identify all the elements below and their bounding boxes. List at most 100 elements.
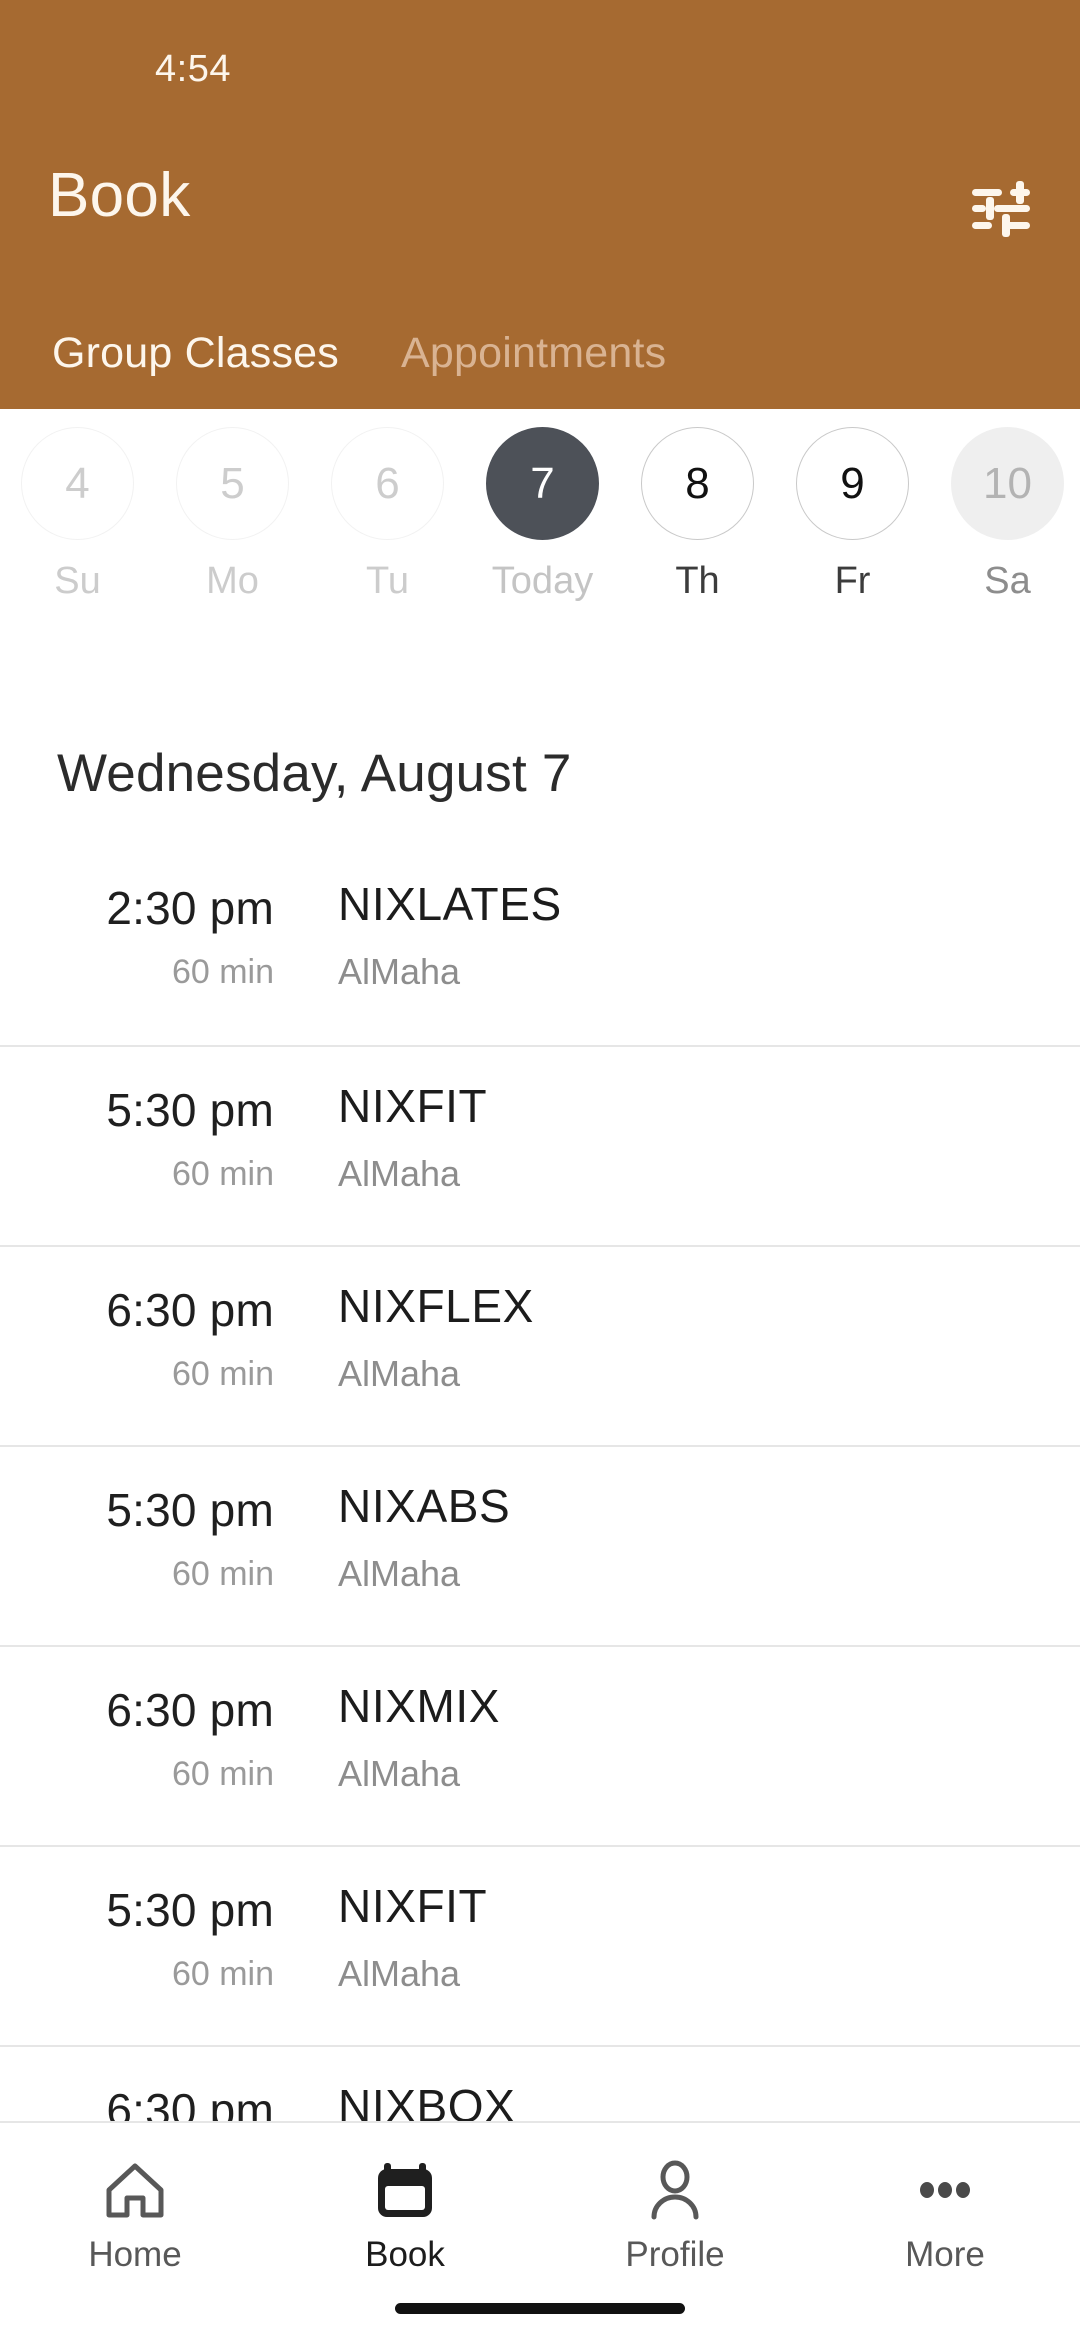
class-row[interactable]: 5:30 pm 60 min NIXFIT AlMaha xyxy=(0,1045,1080,1245)
home-indicator xyxy=(395,2303,685,2314)
class-row[interactable]: 6:30 pm60 minNIXBOXAlMaha xyxy=(0,2045,1080,2130)
date-cell-10[interactable]: 10 Sa xyxy=(930,427,1080,603)
class-info-column: NIXFLEX AlMaha xyxy=(338,1279,1040,1395)
date-weekday-label: Tu xyxy=(366,560,409,602)
class-start-time: 2:30 pm xyxy=(106,882,274,934)
class-start-time: 5:30 pm xyxy=(106,1884,274,1936)
class-name: NIXABS xyxy=(338,1480,511,1532)
class-row[interactable]: 5:30 pm 60 min NIXABS AlMaha xyxy=(0,1445,1080,1645)
status-bar-clock: 4:54 xyxy=(155,48,231,90)
date-weekday-label: Th xyxy=(675,560,720,602)
date-number: 6 xyxy=(331,427,444,540)
class-row[interactable]: 6:30 pm 60 min NIXFLEX AlMaha xyxy=(0,1245,1080,1445)
class-time-column: 2:30 pm 60 min xyxy=(0,881,310,992)
class-start-time: 5:30 pm xyxy=(106,1484,274,1536)
date-weekday-label: Su xyxy=(54,560,101,602)
class-start-time: 6:30 pm xyxy=(106,1684,274,1736)
nav-label-book: Book xyxy=(365,2235,445,2274)
date-number: 9 xyxy=(796,427,909,540)
class-time-column: 5:30 pm 60 min xyxy=(0,1083,310,1194)
status-bar: 4:54 xyxy=(0,0,1080,118)
class-list[interactable]: 2:30 pm 60 min NIXLATES AlMaha 5:30 pm 60 min… xyxy=(0,845,1080,2130)
class-name: NIXFIT xyxy=(338,1880,488,1932)
class-name: NIXFIT xyxy=(338,1080,488,1132)
class-info-column: NIXFIT AlMaha xyxy=(338,1879,1040,1995)
date-number: 8 xyxy=(641,427,754,540)
class-location: AlMaha xyxy=(338,1153,461,1194)
tab-group-classes[interactable]: Group Classes xyxy=(34,329,357,378)
class-location: AlMaha xyxy=(338,1953,461,1994)
calendar-icon xyxy=(374,2151,436,2229)
tab-appointments[interactable]: Appointments xyxy=(383,329,684,378)
class-duration: 60 min xyxy=(171,1955,274,1993)
class-duration: 60 min xyxy=(171,1755,274,1793)
class-location: AlMaha xyxy=(338,1553,461,1594)
app-root: 4:54 Book Group Classes Appointments 4 S… xyxy=(0,0,1080,2340)
bottom-navigation: Home Book Profile More xyxy=(0,2121,1080,2340)
page-title: Book xyxy=(48,161,191,230)
class-info-column: NIXFIT AlMaha xyxy=(338,1079,1040,1195)
class-name: NIXLATES xyxy=(338,878,562,930)
class-duration: 60 min xyxy=(171,953,274,991)
class-info-column: NIXABS AlMaha xyxy=(338,1479,1040,1595)
nav-item-home[interactable]: Home xyxy=(0,2151,270,2275)
date-cell-5[interactable]: 5 Mo xyxy=(155,427,310,603)
app-header: 4:54 Book Group Classes Appointments xyxy=(0,0,1080,409)
class-name: NIXFLEX xyxy=(338,1280,534,1332)
class-duration: 60 min xyxy=(171,1355,274,1393)
class-row[interactable]: 5:30 pm 60 min NIXFIT AlMaha xyxy=(0,1845,1080,2045)
class-time-column: 5:30 pm 60 min xyxy=(0,1483,310,1594)
nav-label-profile: Profile xyxy=(625,2235,725,2274)
class-time-column: 6:30 pm 60 min xyxy=(0,1683,310,1794)
nav-item-more[interactable]: More xyxy=(810,2151,1080,2275)
class-row-content: 6:30 pm 60 min NIXFLEX AlMaha xyxy=(0,1247,1080,1445)
class-info-column: NIXMIX AlMaha xyxy=(338,1679,1040,1795)
class-row-content: 6:30 pm 60 min NIXMIX AlMaha xyxy=(0,1647,1080,1845)
ellipsis-icon xyxy=(914,2151,976,2229)
bottom-nav-items: Home Book Profile More xyxy=(0,2123,1080,2275)
date-strip[interactable]: 4 Su 5 Mo 6 Tu 7 Today 8 Th 9 Fr 10 Sa xyxy=(0,409,1080,689)
date-weekday-label: Mo xyxy=(206,560,259,602)
class-location: AlMaha xyxy=(338,1753,461,1794)
date-strip-row: 4 Su 5 Mo 6 Tu 7 Today 8 Th 9 Fr 10 Sa xyxy=(0,427,1080,603)
home-icon xyxy=(104,2151,166,2229)
class-row-content: 6:30 pm60 minNIXBOXAlMaha xyxy=(0,2047,1080,2130)
class-row-content: 5:30 pm 60 min NIXFIT AlMaha xyxy=(0,1847,1080,2045)
class-info-column: NIXLATES AlMaha xyxy=(338,877,1040,993)
class-time-column: 6:30 pm 60 min xyxy=(0,1283,310,1394)
nav-label-home: Home xyxy=(88,2235,182,2274)
date-cell-9[interactable]: 9 Fr xyxy=(775,427,930,603)
schedule-date-heading: Wednesday, August 7 xyxy=(57,744,572,803)
date-number: 10 xyxy=(951,427,1064,540)
class-start-time: 6:30 pm xyxy=(106,1284,274,1336)
nav-item-book[interactable]: Book xyxy=(270,2151,540,2275)
class-row-content: 5:30 pm 60 min NIXFIT AlMaha xyxy=(0,1047,1080,1245)
date-cell-6[interactable]: 6 Tu xyxy=(310,427,465,603)
tune-sliders-icon xyxy=(970,181,1032,237)
filter-button[interactable] xyxy=(958,166,1044,252)
date-number: 7 xyxy=(486,427,599,540)
date-weekday-label: Today xyxy=(491,560,594,602)
class-location: AlMaha xyxy=(338,1353,461,1394)
class-row-content: 5:30 pm 60 min NIXABS AlMaha xyxy=(0,1447,1080,1645)
date-number: 5 xyxy=(176,427,289,540)
class-name: NIXMIX xyxy=(338,1680,501,1732)
class-row[interactable]: 2:30 pm 60 min NIXLATES AlMaha xyxy=(0,845,1080,1045)
date-weekday-label: Sa xyxy=(984,560,1031,602)
class-row[interactable]: 6:30 pm 60 min NIXMIX AlMaha xyxy=(0,1645,1080,1845)
date-number: 4 xyxy=(21,427,134,540)
date-cell-7[interactable]: 7 Today xyxy=(465,427,620,603)
nav-label-more: More xyxy=(905,2235,985,2274)
class-row-content: 2:30 pm 60 min NIXLATES AlMaha xyxy=(0,845,1080,1045)
date-cell-8[interactable]: 8 Th xyxy=(620,427,775,603)
date-weekday-label: Fr xyxy=(834,560,871,602)
class-time-column: 5:30 pm 60 min xyxy=(0,1883,310,1994)
date-cell-4[interactable]: 4 Su xyxy=(0,427,155,603)
nav-item-profile[interactable]: Profile xyxy=(540,2151,810,2275)
person-icon xyxy=(644,2151,706,2229)
class-duration: 60 min xyxy=(171,1555,274,1593)
class-location: AlMaha xyxy=(338,951,461,992)
header-tabs: Group Classes Appointments xyxy=(0,297,1080,409)
class-start-time: 5:30 pm xyxy=(106,1084,274,1136)
class-duration: 60 min xyxy=(171,1155,274,1193)
